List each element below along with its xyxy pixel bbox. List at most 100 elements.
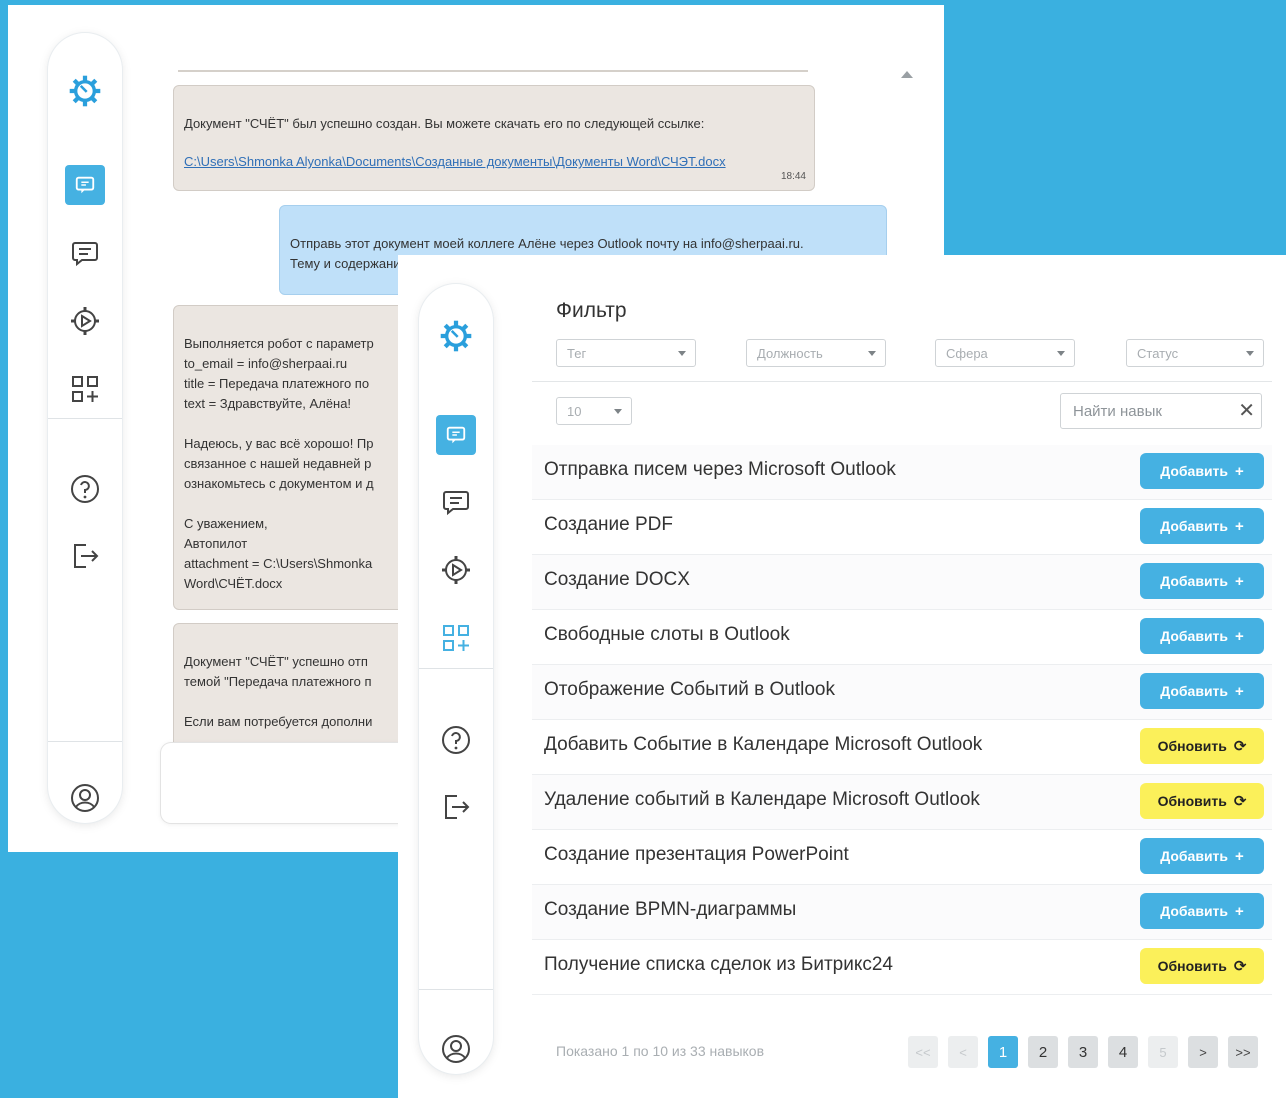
skill-row: Отправка писем через Microsoft Outlook До… [532,445,1272,500]
skill-button-label: Обновить [1157,738,1227,754]
skill-name: Создание BPMN-диаграммы [544,899,797,920]
skill-name: Отображение Событий в Outlook [544,679,835,700]
add-skill-button[interactable]: Добавить + [1140,508,1264,544]
caret-down-icon [1246,351,1254,356]
message-time: 18:44 [780,171,806,182]
skill-name: Создание презентация PowerPoint [544,844,849,865]
page-button-2[interactable]: 2 [1028,1036,1058,1068]
skill-row: Создание PDF Добавить + [532,500,1272,555]
sidebar-chat-active-icon[interactable] [436,415,476,455]
skill-search[interactable]: ✕ [1060,393,1262,429]
sidebar-skills-icon[interactable] [65,369,105,409]
plus-icon: + [1235,517,1244,535]
skill-name: Создание PDF [544,514,673,535]
page-size-value: 10 [567,404,582,419]
prev-page-button[interactable]: < [948,1036,978,1068]
update-skill-button[interactable]: Обновить ⟳ [1140,948,1264,984]
skill-button-label: Добавить [1160,903,1229,919]
skill-row: Отображение Событий в Outlook Добавить + [532,665,1272,720]
plus-icon: + [1235,847,1244,865]
profile-icon[interactable] [436,1029,476,1069]
add-skill-button[interactable]: Добавить + [1140,618,1264,654]
pagination-info: Показано 1 по 10 из 33 навыков [556,1043,765,1059]
filter-divider [532,381,1272,382]
filter-title: Фильтр [556,299,627,322]
sidebar [419,284,493,1074]
profile-icon[interactable] [65,778,105,818]
page-button-1[interactable]: 1 [988,1036,1018,1068]
sidebar-divider [419,668,493,669]
chat-message-bot: Документ "СЧЁТ" был успешно создан. Вы м… [173,85,815,191]
refresh-icon: ⟳ [1233,958,1247,975]
clear-search-icon[interactable]: ✕ [1238,399,1255,423]
page-button-3[interactable]: 3 [1068,1036,1098,1068]
add-skill-button[interactable]: Добавить + [1140,563,1264,599]
help-icon[interactable] [65,469,105,509]
skill-name: Добавить Событие в Календаре Microsoft O… [544,734,983,755]
tag-select[interactable]: Тег [556,339,696,367]
status-select[interactable]: Статус [1126,339,1264,367]
sidebar-robot-run-icon[interactable] [436,550,476,590]
plus-icon: + [1235,682,1244,700]
skill-name: Создание DOCX [544,569,690,590]
page-button-4[interactable]: 4 [1108,1036,1138,1068]
position-select[interactable]: Должность [746,339,886,367]
help-icon[interactable] [436,720,476,760]
update-skill-button[interactable]: Обновить ⟳ [1140,783,1264,819]
skill-name: Свободные слоты в Outlook [544,624,790,645]
skills-window: Фильтр Тег Должность Сфера Статус 10 ✕ О… [398,255,1286,1098]
page-gap: 5 [1148,1036,1178,1068]
caret-down-icon [678,351,686,356]
sidebar-robot-run-icon[interactable] [65,301,105,341]
logout-icon[interactable] [65,536,105,576]
skill-row: Добавить Событие в Календаре Microsoft O… [532,720,1272,775]
next-page-button[interactable]: > [1188,1036,1218,1068]
skill-row: Создание BPMN-диаграммы Добавить + [532,885,1272,940]
skill-button-label: Добавить [1160,683,1229,699]
add-skill-button[interactable]: Добавить + [1140,453,1264,489]
position-select-label: Должность [757,346,823,361]
sidebar-divider [419,989,493,990]
sidebar-messages-icon[interactable] [436,482,476,522]
last-page-button[interactable]: >> [1228,1036,1258,1068]
plus-icon: + [1235,627,1244,645]
add-skill-button[interactable]: Добавить + [1140,893,1264,929]
skill-name: Отправка писем через Microsoft Outlook [544,459,896,480]
add-skill-button[interactable]: Добавить + [1140,838,1264,874]
document-link[interactable]: C:\Users\Shmonka Alyonka\Documents\Созда… [184,152,804,172]
sidebar [48,33,122,823]
skill-button-label: Обновить [1157,958,1227,974]
refresh-icon: ⟳ [1233,738,1247,755]
message-text: Документ "СЧЁТ" был успешно создан. Вы м… [184,116,705,131]
chat-message-bot: Выполняется робот с параметр to_email = … [173,305,413,610]
message-text: Документ "СЧЁТ" успешно отп темой "Перед… [184,654,373,729]
status-select-label: Статус [1137,346,1179,361]
skill-row: Создание презентация PowerPoint Добавить + [532,830,1272,885]
skill-search-input[interactable] [1071,402,1235,421]
scroll-up-arrow-icon[interactable] [901,71,913,78]
update-skill-button[interactable]: Обновить ⟳ [1140,728,1264,764]
sphere-select-label: Сфера [946,346,988,361]
caret-down-icon [614,409,622,414]
skill-button-label: Добавить [1160,518,1229,534]
skill-row: Удаление событий в Календаре Microsoft O… [532,775,1272,830]
sidebar-messages-icon[interactable] [65,233,105,273]
skill-name: Получение списка сделок из Битрикс24 [544,954,893,975]
logout-icon[interactable] [436,787,476,827]
logo-gear-icon [436,316,476,356]
sidebar-skills-active-icon[interactable] [436,618,476,658]
chat-message-bot: Документ "СЧЁТ" успешно отп темой "Перед… [173,623,413,763]
sidebar-divider [48,418,122,419]
add-skill-button[interactable]: Добавить + [1140,673,1264,709]
sphere-select[interactable]: Сфера [935,339,1075,367]
message-text: Выполняется робот с параметр to_email = … [184,336,374,591]
first-page-button[interactable]: << [908,1036,938,1068]
caret-down-icon [868,351,876,356]
skill-row: Получение списка сделок из Битрикс24 Обно… [532,940,1272,995]
page-size-select[interactable]: 10 [556,397,632,425]
plus-icon: + [1235,902,1244,920]
sidebar-divider [48,741,122,742]
sidebar-chat-active-icon[interactable] [65,165,105,205]
skill-name: Удаление событий в Календаре Microsoft O… [544,789,980,810]
plus-icon: + [1235,572,1244,590]
